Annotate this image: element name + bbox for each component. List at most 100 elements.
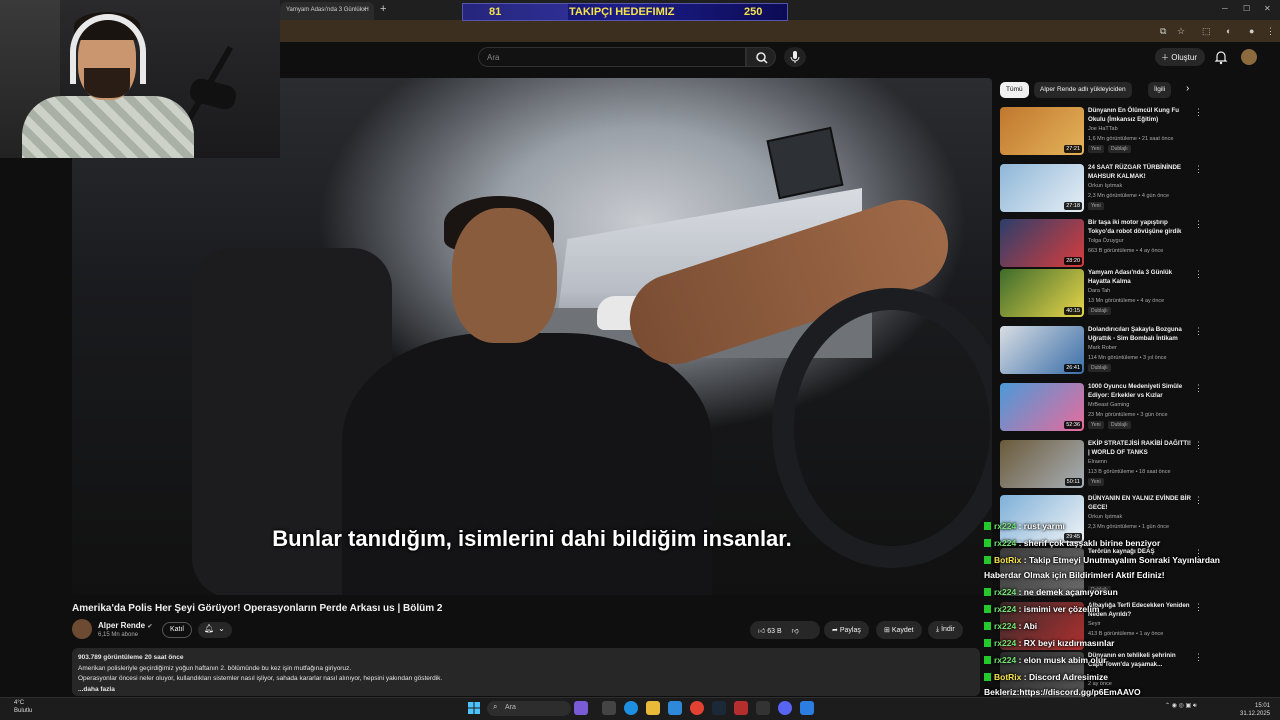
create-button[interactable]: ＋ Oluştur: [1155, 48, 1205, 66]
more-options-icon[interactable]: ⋮: [1194, 269, 1203, 280]
recommendation-item[interactable]: 27:18 24 SAAT RÜZGAR TÜRBİNİNDE MAHSUR KA…: [1000, 164, 1203, 216]
recommendation-item[interactable]: 26:41 Dolandırıcıları Şakayla Bozguna Uğr…: [1000, 326, 1203, 378]
subscription-bell-button[interactable]: 🔔︎ ⌄: [198, 622, 232, 638]
recommendation-title[interactable]: Albaylığa Terfi Edecekken Yeniden Neden …: [1088, 602, 1192, 619]
clock[interactable]: 15:01 31.12.2025: [1240, 702, 1270, 718]
chip-all[interactable]: Tümü: [1000, 82, 1029, 98]
chat-username[interactable]: rx224: [994, 521, 1016, 531]
share-button[interactable]: ➦ Paylaş: [824, 621, 869, 639]
chat-username[interactable]: rx224: [994, 538, 1016, 548]
recommendation-channel[interactable]: Orkun Işıtmak: [1088, 183, 1122, 189]
discord-icon[interactable]: [778, 701, 792, 715]
recommendation-item[interactable]: 28:20 Bir taşa iki motor yapıştırıp Tokyo…: [1000, 219, 1203, 271]
steam-icon[interactable]: [712, 701, 726, 715]
recommendation-title[interactable]: Dolandırıcıları Şakayla Bozguna Uğrattık…: [1088, 326, 1192, 343]
download-button[interactable]: ⤓ İndir: [928, 621, 963, 639]
recommendation-item[interactable]: 52:36 1000 Oyuncu Medeniyeti Simüle Ediyo…: [1000, 383, 1203, 435]
chat-username[interactable]: rx224: [994, 621, 1016, 631]
maximize-icon[interactable]: ☐: [1243, 4, 1250, 13]
taskbar-app-icon-2[interactable]: [756, 701, 770, 715]
extensions-icon[interactable]: ⬚: [1202, 26, 1211, 37]
taskbar-app-icon-3[interactable]: [800, 701, 814, 715]
video-description[interactable]: 903.789 görüntüleme 20 saat önce Amerika…: [72, 648, 980, 696]
chat-username[interactable]: rx224: [994, 587, 1016, 597]
browser-menu-icon[interactable]: ⋮: [1266, 26, 1275, 37]
browser-tab[interactable]: Yamyam Adası'nda 3 Günlük H: [280, 2, 374, 20]
chip-from-uploader[interactable]: Alper Rende adlı yükleyiciden: [1034, 82, 1132, 98]
account-avatar[interactable]: [1241, 49, 1257, 65]
chat-username[interactable]: rx224: [994, 638, 1016, 648]
search-input[interactable]: Ara: [478, 47, 746, 67]
file-explorer-icon[interactable]: [646, 701, 660, 715]
recommendation-thumbnail[interactable]: 28:20: [1000, 219, 1084, 267]
chevron-right-icon[interactable]: ›: [1186, 83, 1189, 94]
recommendation-channel[interactable]: Elraenn: [1088, 459, 1107, 465]
save-button[interactable]: ⊞ Kaydet: [876, 621, 922, 639]
more-options-icon[interactable]: ⋮: [1194, 495, 1203, 506]
mail-icon[interactable]: [668, 701, 682, 715]
more-options-icon[interactable]: ⋮: [1194, 440, 1203, 451]
chip-related[interactable]: İlgili: [1148, 82, 1172, 98]
obs-icon[interactable]: [734, 701, 748, 715]
task-view-icon[interactable]: [602, 701, 616, 715]
start-menu-icon[interactable]: [468, 702, 480, 714]
more-options-icon[interactable]: ⋮: [1194, 652, 1203, 663]
taskbar-search[interactable]: Ara: [487, 701, 571, 716]
channel-name[interactable]: Alper Rende ✔: [98, 621, 152, 630]
recommendation-thumbnail[interactable]: 27:18: [1000, 164, 1084, 212]
recommendation-title[interactable]: Dünyanın En Ölümcül Kung Fu Okulu (İmkan…: [1088, 107, 1192, 124]
recommendation-thumbnail[interactable]: 26:41: [1000, 326, 1084, 374]
chat-username[interactable]: BotRix: [994, 555, 1021, 565]
voice-search-button[interactable]: [784, 47, 806, 67]
recommendation-channel[interactable]: MrBeast Gaming: [1088, 402, 1129, 408]
recommendation-thumbnail[interactable]: 52:36: [1000, 383, 1084, 431]
join-button[interactable]: Katıl: [162, 622, 192, 638]
recommendation-title[interactable]: Bir taşa iki motor yapıştırıp Tokyo'da r…: [1088, 219, 1192, 236]
recommendation-channel[interactable]: Seyir: [1088, 621, 1101, 627]
profile-icon[interactable]: ◐: [1226, 26, 1231, 36]
install-app-icon[interactable]: ⧉: [1160, 26, 1166, 37]
recommendation-item[interactable]: 40:15 Yamyam Adası'nda 3 Günlük Hayatta K…: [1000, 269, 1203, 321]
bookmark-star-icon[interactable]: ☆: [1177, 26, 1185, 37]
recommendation-title[interactable]: 1000 Oyuncu Medeniyeti Simüle Ediyor: Er…: [1088, 383, 1192, 400]
close-window-icon[interactable]: ✕: [1264, 4, 1271, 13]
search-button[interactable]: [746, 47, 776, 67]
new-tab-button[interactable]: +: [380, 3, 386, 15]
recommendation-channel[interactable]: Orkun Işıtmak: [1088, 514, 1122, 520]
more-options-icon[interactable]: ⋮: [1194, 326, 1203, 337]
profile-avatar-icon[interactable]: ●: [1249, 26, 1254, 36]
recommendation-item[interactable]: 50:11 EKİP STRATEJİSİ RAKİBİ DAĞITTI! | W…: [1000, 440, 1203, 492]
recommendation-channel[interactable]: Dara Tah: [1088, 288, 1110, 294]
minimize-icon[interactable]: ─: [1222, 4, 1228, 13]
recommendation-thumbnail[interactable]: 40:15: [1000, 269, 1084, 317]
chat-username[interactable]: rx224: [994, 604, 1016, 614]
chrome-icon[interactable]: [690, 701, 704, 715]
more-options-icon[interactable]: ⋮: [1194, 383, 1203, 394]
recommendation-channel[interactable]: Joe HaTTab: [1088, 126, 1118, 132]
recommendation-thumbnail[interactable]: 29:45: [1000, 495, 1084, 543]
more-options-icon[interactable]: ⋮: [1194, 107, 1203, 118]
edge-browser-icon[interactable]: [624, 701, 638, 715]
chat-username[interactable]: BotRix: [994, 672, 1021, 682]
dislike-button[interactable]: 👎︎: [792, 628, 799, 635]
recommendation-title[interactable]: DÜNYANIN EN YALNIZ EVİNDE BİR GECE!: [1088, 495, 1192, 512]
recommendation-item[interactable]: 27:21 Dünyanın En Ölümcül Kung Fu Okulu (…: [1000, 107, 1203, 159]
more-options-icon[interactable]: ⋮: [1194, 164, 1203, 175]
more-options-icon[interactable]: ⋮: [1194, 602, 1203, 613]
show-more-link[interactable]: ...daha fazla: [78, 685, 974, 696]
recommendation-title[interactable]: EKİP STRATEJİSİ RAKİBİ DAĞITTI! | WORLD …: [1088, 440, 1192, 457]
recommendation-thumbnail[interactable]: 27:21: [1000, 107, 1084, 155]
recommendation-channel[interactable]: Tolga Özuygur: [1088, 238, 1123, 244]
tab-close-icon[interactable]: ×: [362, 5, 367, 14]
recommendation-channel[interactable]: Mark Rober: [1088, 345, 1117, 351]
like-button[interactable]: 👍︎ 63 B: [758, 628, 782, 635]
weather-widget[interactable]: 4°C Bulutlu: [14, 699, 32, 715]
notifications-bell-icon[interactable]: [1214, 49, 1228, 65]
chat-username[interactable]: rx224: [994, 655, 1016, 665]
taskbar-app-icon[interactable]: [574, 701, 588, 715]
recommendation-title[interactable]: Yamyam Adası'nda 3 Günlük Hayatta Kalma: [1088, 269, 1192, 286]
channel-avatar[interactable]: [72, 619, 92, 639]
recommendation-title[interactable]: 24 SAAT RÜZGAR TÜRBİNİNDE MAHSUR KALMAK!: [1088, 164, 1192, 181]
more-options-icon[interactable]: ⋮: [1194, 219, 1203, 230]
recommendation-thumbnail[interactable]: 50:11: [1000, 440, 1084, 488]
